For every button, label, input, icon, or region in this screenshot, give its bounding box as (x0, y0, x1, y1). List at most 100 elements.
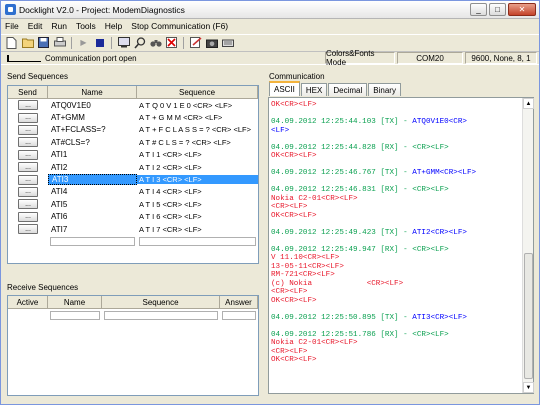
send-row-sequence[interactable]: A T + F C L A S S = ? <CR> <LF> (137, 125, 258, 134)
communication-window[interactable]: OK<CR><LF> 04.09.2012 12:25:44.103 [TX] -… (268, 97, 534, 394)
col-active[interactable]: Active (8, 296, 48, 308)
communication-log[interactable]: OK<CR><LF> 04.09.2012 12:25:44.103 [TX] -… (271, 101, 523, 391)
stop-icon[interactable] (93, 36, 106, 49)
scroll-thumb[interactable] (524, 253, 533, 379)
col-answer[interactable]: Answer (220, 296, 258, 308)
log-text: 13-05-11<CR><LF> (271, 262, 344, 271)
menu-help[interactable]: Help (105, 21, 122, 31)
send-row-name[interactable]: ATI6 (48, 212, 137, 221)
menu-file[interactable]: File (5, 21, 19, 31)
menu-stop-communication[interactable]: Stop Communication (F6) (131, 21, 228, 31)
minimize-button[interactable]: _ (470, 3, 487, 16)
send-row-sequence[interactable]: A T I 5 <CR> <LF> (137, 200, 258, 209)
send-row-sequence[interactable]: A T Q 0 V 1 E 0 <CR> <LF> (137, 101, 258, 110)
col-sequence[interactable]: Sequence (137, 86, 258, 98)
send-row-name[interactable]: ATI4 (48, 187, 137, 196)
col-receive-sequence[interactable]: Sequence (102, 296, 220, 308)
send-button[interactable]: ... (18, 149, 38, 160)
send-row[interactable]: ... ATI6 A T I 6 <CR> <LF> (8, 211, 258, 223)
log-line: <CR><LF> (271, 348, 523, 357)
col-name[interactable]: Name (48, 86, 137, 98)
send-button[interactable]: ... (18, 124, 38, 135)
send-row-name[interactable]: AT+FCLASS=? (48, 125, 137, 134)
send-row-name[interactable]: AT+GMM (48, 113, 137, 122)
send-row-name[interactable]: ATQ0V1E0 (48, 101, 137, 110)
col-receive-name[interactable]: Name (48, 296, 102, 308)
binoculars-icon[interactable] (149, 36, 162, 49)
keyboard-icon[interactable] (221, 36, 234, 49)
scroll-up-icon[interactable]: ▲ (523, 98, 534, 109)
maximize-button[interactable]: □ (489, 3, 506, 16)
settings-icon[interactable] (117, 36, 130, 49)
send-button[interactable]: ... (18, 137, 38, 148)
send-row-sequence[interactable]: A T I 3 <CR> <LF> (137, 175, 258, 185)
new-sequence-cell[interactable] (139, 236, 256, 246)
send-row-sequence[interactable]: A T I 4 <CR> <LF> (137, 187, 258, 196)
send-row-sequence[interactable]: A T I 7 <CR> <LF> (137, 225, 258, 234)
send-row-empty (8, 235, 258, 247)
send-button[interactable]: ... (18, 174, 38, 185)
send-row[interactable]: ... ATI5 A T I 5 <CR> <LF> (8, 198, 258, 210)
send-button[interactable]: ... (18, 162, 38, 173)
log-line: <LF> (271, 127, 523, 136)
find-icon[interactable] (133, 36, 146, 49)
tab-binary[interactable]: Binary (368, 83, 401, 96)
log-line: (c) Nokia <CR><LF> (271, 280, 523, 289)
send-button[interactable]: ... (18, 199, 38, 210)
send-row[interactable]: ... AT+GMM A T + G M M <CR> <LF> (8, 111, 258, 123)
new-name-cell[interactable] (50, 236, 135, 246)
new-receive-name-cell[interactable] (50, 310, 100, 320)
open-icon[interactable] (21, 36, 34, 49)
log-scrollbar[interactable]: ▲ ▼ (522, 98, 534, 393)
tab-decimal[interactable]: Decimal (328, 83, 368, 96)
send-row[interactable]: ... ATI7 A T I 7 <CR> <LF> (8, 223, 258, 235)
new-answer-cell[interactable] (222, 310, 256, 320)
send-row-sequence[interactable]: A T I 2 <CR> <LF> (137, 163, 258, 172)
col-send[interactable]: Send (8, 86, 48, 98)
tab-hex[interactable]: HEX (300, 83, 328, 96)
clear-icon[interactable] (165, 36, 178, 49)
title-bar[interactable]: Docklight V2.0 - Project: ModemDiagnosti… (1, 1, 539, 19)
send-button[interactable]: ... (18, 100, 38, 111)
send-row-sequence[interactable]: A T + G M M <CR> <LF> (137, 113, 258, 122)
save-icon[interactable] (37, 36, 50, 49)
send-row[interactable]: ... ATI2 A T I 2 <CR> <LF> (8, 161, 258, 173)
send-button[interactable]: ... (18, 211, 38, 222)
log-entry: 04.09.2012 12:25:49.947 [RX] - <CR><LF> V… (271, 246, 523, 306)
send-sequences-table: Send Name Sequence ... ATQ0V1E0 A T Q 0 V … (7, 85, 259, 264)
send-row[interactable]: ... ATI4 A T I 4 <CR> <LF> (8, 186, 258, 198)
edit-icon[interactable] (189, 36, 202, 49)
log-text: OK<CR><LF> (271, 211, 317, 220)
send-row-name[interactable]: ATI2 (48, 163, 137, 172)
camera-icon[interactable] (205, 36, 218, 49)
send-button[interactable]: ... (18, 186, 38, 197)
send-row-name[interactable]: ATI3 (48, 174, 137, 186)
print-icon[interactable] (53, 36, 66, 49)
scroll-down-icon[interactable]: ▼ (523, 382, 534, 393)
menu-tools[interactable]: Tools (76, 21, 96, 31)
send-button[interactable]: ... (18, 112, 38, 123)
send-row-name[interactable]: ATI1 (48, 150, 137, 159)
send-row[interactable]: ... ATQ0V1E0 A T Q 0 V 1 E 0 <CR> <LF> (8, 99, 258, 111)
log-text: RM-721<CR><LF> (271, 271, 335, 279)
send-row-name[interactable]: ATI7 (48, 225, 137, 234)
send-row-sequence[interactable]: A T # C L S = ? <CR> <LF> (137, 138, 258, 147)
send-row[interactable]: ... ATI1 A T I 1 <CR> <LF> (8, 149, 258, 161)
log-line: 04.09.2012 12:25:50.895 [TX] - ATI3<CR><… (271, 314, 523, 323)
send-row[interactable]: ... AT+FCLASS=? A T + F C L A S S = ? <CR>… (8, 124, 258, 136)
log-text: V 11.10<CR><LF> (271, 254, 340, 262)
menu-run[interactable]: Run (51, 21, 67, 31)
new-receive-sequence-cell[interactable] (104, 310, 218, 320)
send-row-name[interactable]: AT#CLS=? (48, 138, 137, 147)
send-row-name[interactable]: ATI5 (48, 200, 137, 209)
send-row[interactable]: ... AT#CLS=? A T # C L S = ? <CR> <LF> (8, 136, 258, 148)
menu-edit[interactable]: Edit (28, 21, 43, 31)
new-icon[interactable] (5, 36, 18, 49)
play-icon[interactable]: ▶ (77, 36, 90, 49)
send-row-sequence[interactable]: A T I 1 <CR> <LF> (137, 150, 258, 159)
tab-ascii[interactable]: ASCII (269, 81, 300, 96)
send-row-sequence[interactable]: A T I 6 <CR> <LF> (137, 212, 258, 221)
send-button[interactable]: ... (18, 224, 38, 235)
close-button[interactable]: ✕ (508, 3, 536, 16)
send-row[interactable]: ... ATI3 A T I 3 <CR> <LF> (8, 173, 258, 186)
